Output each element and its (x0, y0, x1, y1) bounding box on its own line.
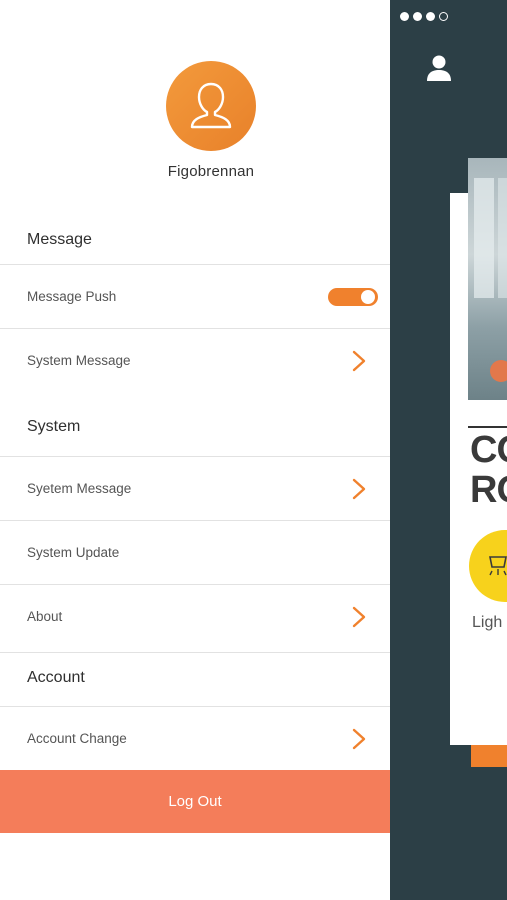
menu-item-system-update[interactable]: System Update (0, 520, 390, 584)
menu-item-label: Message Push (27, 289, 117, 304)
menu-item-label: Account Change (27, 731, 127, 746)
section-header-system: System (0, 402, 390, 452)
chevron-right-icon (352, 478, 366, 499)
room-title: CO RO (470, 429, 507, 511)
menu-item-label: Syetem Message (27, 481, 132, 496)
section-title: Account (27, 668, 85, 686)
divider (468, 426, 507, 428)
menu-item-message-push[interactable]: Message Push (0, 264, 390, 328)
section-header-message: Message (0, 215, 390, 265)
light-label: Ligh (472, 614, 503, 631)
username: Figobrennan (167, 163, 255, 180)
chevron-right-icon (352, 350, 366, 371)
menu-item-syetem-message[interactable]: Syetem Message (0, 456, 390, 520)
room-photo (468, 158, 507, 400)
light-icon[interactable] (469, 530, 507, 602)
message-push-toggle[interactable] (328, 287, 378, 306)
logout-button[interactable]: Log Out (0, 770, 390, 833)
user-icon (190, 82, 232, 129)
room-card-content: CO RO Ligh (390, 0, 507, 900)
card-action-button[interactable] (471, 745, 507, 767)
section-title: Message (27, 231, 92, 248)
menu-item-about[interactable]: About (0, 584, 390, 648)
menu-item-label: System Message (27, 353, 131, 368)
menu-item-account-change[interactable]: Account Change (0, 706, 390, 770)
menu-item-system-message[interactable]: System Message (0, 328, 390, 392)
chevron-right-icon (352, 728, 366, 749)
menu-item-label: About (27, 609, 63, 624)
menu-item-label: System Update (27, 545, 120, 560)
section-title: System (27, 418, 81, 435)
settings-drawer: Figobrennan Message Message Push System … (0, 0, 390, 900)
room-badge-icon (490, 360, 507, 382)
chevron-right-icon (352, 606, 366, 627)
section-header-account: Account (0, 652, 390, 702)
avatar[interactable] (166, 61, 256, 151)
